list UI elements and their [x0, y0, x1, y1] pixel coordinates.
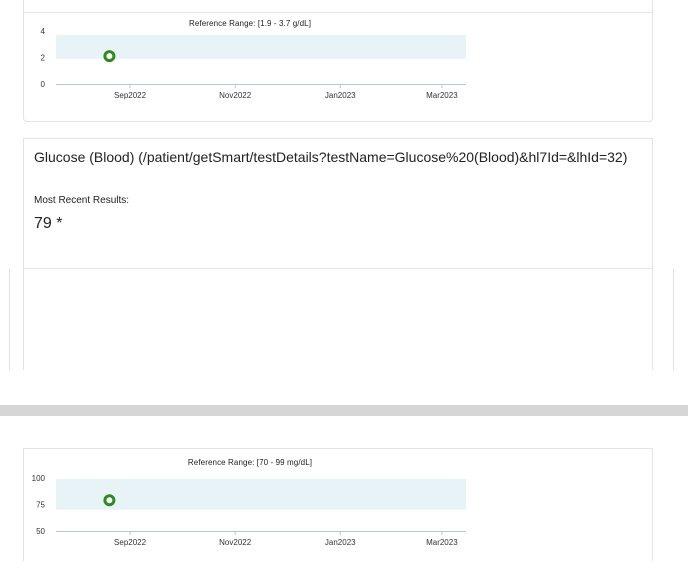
- x-tick-label: Nov2022: [219, 91, 252, 100]
- reference-range-band: [56, 34, 466, 59]
- most-recent-results-label: Most Recent Results:: [34, 195, 130, 206]
- reference-range-label: Reference Range: [70 - 99 mg/dL]: [187, 458, 313, 467]
- trend-chart: 4 2 0 Sep2022 Nov2022 Jan2023 Mar2023: [41, 27, 466, 100]
- card-header-divider: [24, 12, 652, 13]
- reference-range-label: Reference Range: [1.9 - 3.7 g/dL]: [188, 19, 312, 28]
- data-point: [103, 494, 116, 507]
- reference-range-band: [56, 479, 466, 510]
- x-tick-label: Mar2023: [426, 91, 458, 100]
- lab-chart-card: Reference Range: [70 - 99 mg/dL] 100 75 50…: [23, 448, 653, 561]
- x-tick-label: Sep2022: [114, 91, 147, 100]
- x-tick-label: Jan2023: [325, 91, 356, 100]
- most-recent-result-value: 79 *: [34, 215, 63, 232]
- y-tick-label: 75: [36, 501, 45, 510]
- x-tick-label: Nov2022: [219, 538, 252, 547]
- panel-left-border: [9, 268, 10, 370]
- x-tick-label: Sep2022: [114, 538, 147, 547]
- x-tick-label: Jan2023: [325, 538, 356, 547]
- card-section-divider: [24, 268, 652, 269]
- test-details-card: Glucose (Blood) (/patient/getSmart/testD…: [23, 138, 653, 378]
- test-title-link[interactable]: Glucose (Blood) (/patient/getSmart/testD…: [34, 149, 627, 165]
- data-point: [103, 50, 116, 63]
- lab-chart-card: Reference Range: [1.9 - 3.7 g/dL] 4 2 0 Sep…: [23, 0, 653, 122]
- panel-right-border: [673, 268, 674, 370]
- y-tick-label: 4: [41, 27, 46, 36]
- y-tick-label: 100: [32, 474, 46, 483]
- screenshot-separator: [0, 405, 688, 416]
- y-tick-label: 50: [36, 527, 45, 536]
- y-tick-label: 0: [41, 80, 46, 89]
- y-tick-label: 2: [41, 54, 46, 63]
- x-tick-label: Mar2023: [426, 538, 458, 547]
- spacer: [0, 370, 688, 405]
- trend-chart: 100 75 50 Sep2022 Nov2022 Jan2023 Mar2023: [32, 474, 466, 547]
